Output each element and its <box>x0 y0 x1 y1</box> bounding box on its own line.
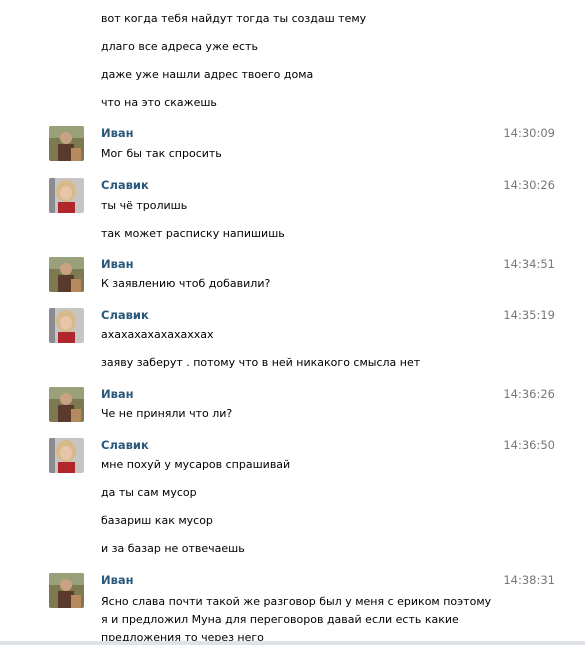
author-name[interactable]: Иван <box>101 573 134 587</box>
author-name[interactable]: Славик <box>101 308 149 322</box>
message-time[interactable]: 14:30:09 <box>503 126 555 140</box>
user-photo-icon <box>49 438 84 473</box>
message-text: длаго все адреса уже есть <box>101 40 258 53</box>
user-photo-icon <box>49 308 84 343</box>
message-text: К заявлению чтоб добавили? <box>101 277 271 290</box>
avatar[interactable] <box>49 178 84 213</box>
avatar[interactable] <box>49 257 84 292</box>
message-text: мне похуй у мусаров спрашивай <box>101 458 291 471</box>
message-text: так может расписку напишишь <box>101 227 285 240</box>
message-text: ахахахахахахаххах <box>101 328 214 341</box>
message-text: Мог бы так спросить <box>101 147 222 160</box>
message-text: вот когда тебя найдут тогда ты создаш те… <box>101 12 367 25</box>
message-text: даже уже нашли адрес твоего дома <box>101 68 314 81</box>
message-text: да ты сам мусор <box>101 486 197 499</box>
message-text: базариш как мусор <box>101 514 213 527</box>
user-photo-icon <box>49 387 84 422</box>
author-name[interactable]: Славик <box>101 438 149 452</box>
message-time[interactable]: 14:38:31 <box>503 573 555 587</box>
avatar[interactable] <box>49 308 84 343</box>
avatar[interactable] <box>49 573 84 608</box>
message-text: заяву заберут . потому что в ней никаког… <box>101 356 421 369</box>
message-time[interactable]: 14:30:26 <box>503 178 555 192</box>
avatar[interactable] <box>49 438 84 473</box>
user-photo-icon <box>49 126 84 161</box>
author-name[interactable]: Иван <box>101 126 134 140</box>
message-time[interactable]: 14:36:50 <box>503 438 555 452</box>
message-time[interactable]: 14:35:19 <box>503 308 555 322</box>
message-text: Ясно слава почти такой же разговор был у… <box>101 595 492 644</box>
author-name[interactable]: Славик <box>101 178 149 192</box>
user-photo-icon <box>49 178 84 213</box>
author-name[interactable]: Иван <box>101 257 134 271</box>
chat-history: вот когда тебя найдут тогда ты создаш те… <box>0 0 585 645</box>
message-text: ты чё тролишь <box>101 199 188 212</box>
message-text: и за базар не отвечаешь <box>101 542 245 555</box>
message-text: что на это скажешь <box>101 96 217 109</box>
bottom-edge <box>0 641 585 645</box>
author-name[interactable]: Иван <box>101 387 134 401</box>
message-text: Че не приняли что ли? <box>101 407 233 420</box>
user-photo-icon <box>49 573 84 608</box>
user-photo-icon <box>49 257 84 292</box>
message-time[interactable]: 14:34:51 <box>503 257 555 271</box>
avatar[interactable] <box>49 126 84 161</box>
message-time[interactable]: 14:36:26 <box>503 387 555 401</box>
avatar[interactable] <box>49 387 84 422</box>
